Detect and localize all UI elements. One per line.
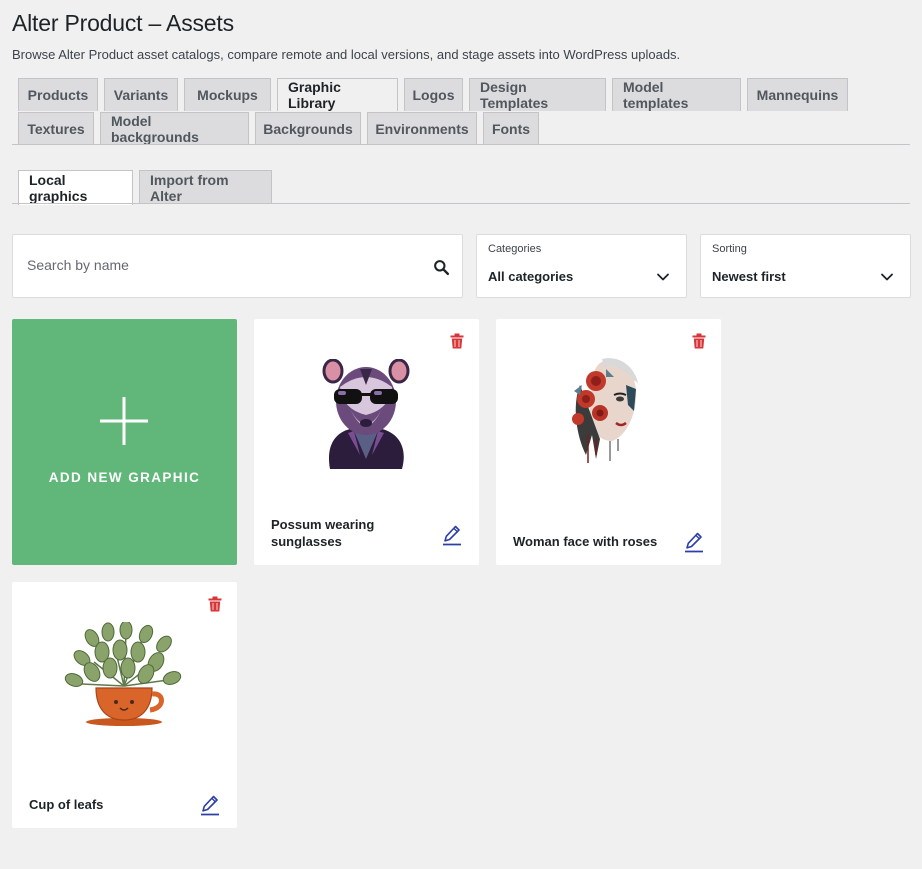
possum-sunglasses-image xyxy=(322,359,410,469)
nav-tab-row-1: Products Variants Mockups Graphic Librar… xyxy=(18,78,910,111)
tab-logos[interactable]: Logos xyxy=(404,78,463,111)
woman-face-roses-image xyxy=(572,358,638,463)
tab-fonts[interactable]: Fonts xyxy=(483,112,539,145)
chevron-down-icon xyxy=(881,273,893,281)
tab-mannequins[interactable]: Mannequins xyxy=(747,78,848,111)
potted-plant-cup-image xyxy=(64,622,182,726)
nav-tabs-divider xyxy=(12,144,910,145)
tab-backgrounds[interactable]: Backgrounds xyxy=(255,112,361,145)
categories-label: Categories xyxy=(488,243,542,255)
search-box xyxy=(12,234,463,298)
tab-textures[interactable]: Textures xyxy=(18,112,94,145)
chevron-down-icon xyxy=(657,273,669,281)
nav-tab-row-2: Textures Model backgrounds Backgrounds E… xyxy=(18,112,910,145)
add-new-graphic-label: ADD NEW GRAPHIC xyxy=(48,470,201,485)
sub-tabs: Local graphics Import from Alter xyxy=(18,170,278,205)
sub-tabs-divider xyxy=(12,203,910,204)
main-nav-tabs: Products Variants Mockups Graphic Librar… xyxy=(18,78,910,146)
graphic-title: Woman face with roses xyxy=(513,534,658,549)
page-description: Browse Alter Product asset catalogs, com… xyxy=(12,47,681,62)
tab-environments[interactable]: Environments xyxy=(367,112,477,145)
categories-select[interactable]: Categories All categories xyxy=(476,234,687,298)
subtab-import-from-alter[interactable]: Import from Alter xyxy=(139,170,272,204)
tab-variants[interactable]: Variants xyxy=(104,78,178,111)
plus-icon xyxy=(100,397,148,445)
tab-design-templates[interactable]: Design Templates xyxy=(469,78,606,111)
graphic-title: Possum wearing sunglasses xyxy=(271,517,375,549)
sorting-label: Sorting xyxy=(712,243,747,255)
tab-graphic-library[interactable]: Graphic Library xyxy=(277,78,398,111)
tab-model-backgrounds[interactable]: Model backgrounds xyxy=(100,112,249,145)
graphic-card[interactable]: Cup of leafs xyxy=(12,582,237,828)
graphic-title: Cup of leafs xyxy=(29,797,104,812)
subtab-local-graphics[interactable]: Local graphics xyxy=(18,170,133,205)
search-icon[interactable] xyxy=(433,259,450,276)
graphic-card[interactable]: Possum wearing sunglasses xyxy=(254,319,479,565)
categories-value: All categories xyxy=(488,269,574,284)
tab-model-templates[interactable]: Model templates xyxy=(612,78,741,111)
edit-icon[interactable] xyxy=(200,794,220,816)
delete-icon[interactable] xyxy=(692,333,706,349)
delete-icon[interactable] xyxy=(450,333,464,349)
tab-products[interactable]: Products xyxy=(18,78,98,111)
delete-icon[interactable] xyxy=(208,596,222,612)
sorting-select[interactable]: Sorting Newest first xyxy=(700,234,911,298)
graphic-card[interactable]: Woman face with roses xyxy=(496,319,721,565)
page-title: Alter Product – Assets xyxy=(12,10,234,36)
sorting-value: Newest first xyxy=(712,269,786,284)
edit-icon[interactable] xyxy=(442,524,462,546)
edit-icon[interactable] xyxy=(684,531,704,553)
search-input[interactable] xyxy=(27,257,407,273)
tab-mockups[interactable]: Mockups xyxy=(184,78,271,111)
